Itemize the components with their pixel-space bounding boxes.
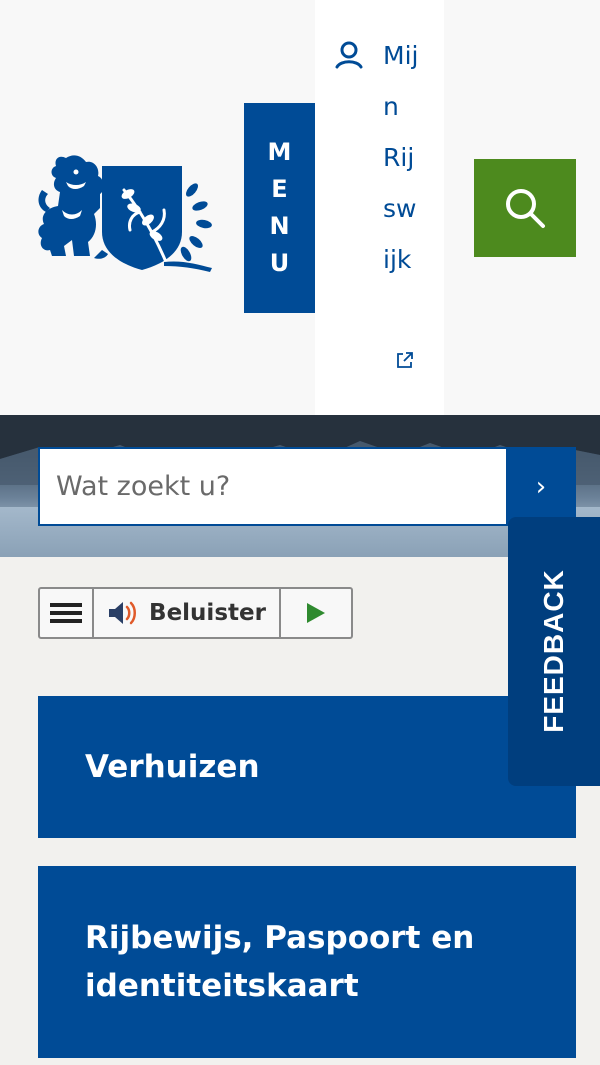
search-submit-button[interactable]: ›: [506, 447, 576, 526]
search-form: ›: [38, 447, 576, 526]
tile-label: Verhuizen: [85, 749, 260, 785]
readspeaker-listen-label: Beluister: [149, 600, 266, 626]
tile-verhuizen[interactable]: Verhuizen: [38, 696, 576, 838]
menu-button[interactable]: MENU: [244, 103, 315, 313]
readspeaker-play-button[interactable]: [281, 589, 351, 637]
readspeaker-bar: Beluister: [38, 587, 353, 639]
play-icon: [307, 603, 325, 623]
my-rijswijk-link[interactable]: Mijn Rijswijk: [315, 0, 444, 415]
speaker-icon: [109, 601, 137, 625]
hamburger-icon: [50, 603, 82, 623]
user-icon: [335, 41, 363, 69]
readspeaker-menu-button[interactable]: [40, 589, 94, 637]
menu-button-label: MENU: [267, 138, 292, 277]
search-icon: [506, 189, 545, 228]
search-input[interactable]: [38, 447, 506, 526]
search-toggle-button[interactable]: [474, 159, 576, 257]
readspeaker-listen-button[interactable]: Beluister: [94, 589, 281, 637]
tile-rijbewijs-paspoort[interactable]: Rijbewijs, Paspoort en identiteitskaart: [38, 866, 576, 1058]
chevron-right-icon: ›: [535, 471, 547, 502]
feedback-tab[interactable]: FEEDBACK: [508, 517, 600, 786]
municipality-logo[interactable]: [36, 150, 216, 272]
feedback-label: FEEDBACK: [538, 569, 569, 733]
my-rijswijk-label: Mijn Rijswijk: [383, 41, 419, 274]
external-link-icon: [397, 352, 413, 368]
site-header: MENU Mijn Rijswijk: [0, 0, 600, 415]
tile-label: Rijbewijs, Paspoort en identiteitskaart: [85, 920, 475, 1004]
